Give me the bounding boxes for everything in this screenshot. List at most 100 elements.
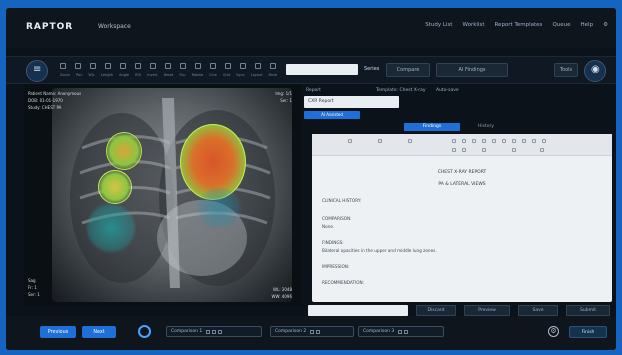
align-left-icon[interactable]: [492, 139, 496, 143]
gear-icon[interactable]: ⚙: [548, 326, 559, 337]
nav-help[interactable]: Help: [581, 22, 594, 28]
comparison-segment-3[interactable]: Comparison 3: [358, 326, 444, 337]
color-icon[interactable]: [540, 148, 544, 152]
comparison-segment-2[interactable]: Comparison 2: [270, 326, 354, 337]
bold-icon[interactable]: [348, 139, 352, 143]
finish-button[interactable]: Finish: [569, 326, 607, 338]
layout-cells-icon: [310, 329, 321, 334]
roi-tool-icon[interactable]: [135, 63, 141, 69]
angle-tool-icon[interactable]: [120, 63, 126, 69]
menu-icon[interactable]: ≡: [26, 60, 48, 82]
zoom-tool-icon[interactable]: [60, 63, 66, 69]
layout-tool-icon[interactable]: [255, 63, 261, 69]
heatmap-region-left-lower: [86, 202, 136, 254]
overlay-text: Img: 1/1: [275, 91, 292, 96]
save-button[interactable]: Save: [518, 305, 558, 316]
overlay-text: DOB: 01-01-1970: [28, 98, 63, 103]
align-right-icon[interactable]: [512, 139, 516, 143]
report-section-recommendation: RECOMMENDATION:: [322, 280, 365, 285]
report-template-select[interactable]: CXR Report: [304, 96, 399, 108]
cine-tool-icon[interactable]: [210, 63, 216, 69]
redo-icon[interactable]: [462, 148, 466, 152]
underline-icon[interactable]: [408, 139, 412, 143]
app-header: RAPTOR Workspace Study List Worklist Rep…: [6, 8, 616, 48]
nav-worklist[interactable]: Worklist: [462, 22, 484, 28]
tool-labels: Zoom Pan W/L Length Angle ROI Invert Res…: [60, 73, 277, 77]
tool-label: Zoom: [60, 73, 71, 77]
discard-button[interactable]: Discard: [416, 305, 456, 316]
grid-tool-icon[interactable]: [225, 63, 231, 69]
image-icon[interactable]: [532, 139, 536, 143]
ai-findings-button[interactable]: AI Findings: [436, 63, 508, 77]
tab-findings[interactable]: Findings: [404, 123, 460, 131]
tool-label: Cine: [209, 73, 217, 77]
comparison-label-3: Comparison 3: [363, 329, 395, 334]
flip-tool-icon[interactable]: [180, 63, 186, 69]
report-comment-input[interactable]: [308, 305, 408, 316]
indent-icon[interactable]: [472, 139, 476, 143]
compare-button[interactable]: Compare: [386, 63, 430, 77]
report-section-comparison: COMPARISON:: [322, 216, 352, 221]
next-button[interactable]: Next: [82, 326, 116, 338]
report-section-findings: FINDINGS:: [322, 240, 344, 245]
user-icon[interactable]: ◉: [584, 60, 606, 82]
overlay-text: WL: 2048: [273, 287, 292, 292]
italic-icon[interactable]: [378, 139, 382, 143]
heatmap-region-left-upper: [106, 132, 142, 170]
sync-ring-icon[interactable]: [138, 325, 151, 338]
series-label: Series: [364, 66, 380, 72]
tools-button[interactable]: Tools: [554, 63, 578, 77]
overlay-text: WW: 4096: [271, 294, 292, 299]
editor-toolbar: [312, 134, 612, 156]
numbered-list-icon[interactable]: [462, 139, 466, 143]
previous-button[interactable]: Previous: [40, 326, 76, 338]
overlay-text: Ser: 1: [280, 98, 292, 103]
invert-tool-icon[interactable]: [150, 63, 156, 69]
preview-button[interactable]: Preview: [464, 305, 510, 316]
comparison-segment-1[interactable]: Comparison 1: [166, 326, 262, 337]
overlay-text: Patient Name: Anonymous: [28, 91, 82, 96]
nav-study-list[interactable]: Study List: [425, 22, 452, 28]
viewer-overlay-bottom-right: WL: 2048 WW: 4096: [272, 286, 292, 300]
table-icon[interactable]: [542, 139, 546, 143]
settings-icon[interactable]: ⚙: [603, 22, 608, 28]
tool-label: Grid: [222, 73, 231, 77]
viewer-overlay-bottom-left: Sag Fr: 1 Ser: 1: [28, 277, 40, 298]
report-heading: CHEST X-RAY REPORT: [437, 170, 487, 175]
window-level-tool-icon[interactable]: [90, 63, 96, 69]
heatmap-region-right-lower: [194, 188, 244, 228]
font-size-icon[interactable]: [512, 148, 516, 152]
report-editor[interactable]: CHEST X-RAY REPORT PA & LATERAL VIEWS CL…: [312, 134, 612, 302]
tool-label: ROI: [135, 73, 142, 77]
report-section-impression: IMPRESSION:: [322, 264, 350, 269]
reset-tool-icon[interactable]: [165, 63, 171, 69]
heatmap-region-left-middle: [98, 170, 132, 204]
more-tool-icon[interactable]: [270, 63, 276, 69]
viewer-overlay-top-left: Patient Name: Anonymous DOB: 01-01-1970 …: [28, 90, 81, 111]
tool-label: W/L: [88, 73, 96, 77]
report-header-left: Report: [306, 88, 321, 93]
outdent-icon[interactable]: [482, 139, 486, 143]
tool-label: Rotate: [191, 73, 204, 77]
link-icon[interactable]: [522, 139, 526, 143]
undo-icon[interactable]: [452, 148, 456, 152]
overlay-text: Fr: 1: [28, 285, 37, 290]
chest-xray-image: [52, 88, 292, 302]
list-icon[interactable]: [452, 139, 456, 143]
image-viewport[interactable]: Patient Name: Anonymous DOB: 01-01-1970 …: [24, 84, 302, 306]
comparison-label-1: Comparison 1: [171, 329, 203, 334]
app-window: RAPTOR Workspace Study List Worklist Rep…: [6, 8, 616, 350]
length-tool-icon[interactable]: [105, 63, 111, 69]
submit-button[interactable]: Submit: [566, 305, 610, 316]
tool-label: Angle: [119, 73, 130, 77]
series-search-input[interactable]: [286, 64, 358, 75]
format-icon[interactable]: [482, 148, 486, 152]
tab-history[interactable]: History: [460, 123, 512, 131]
pan-tool-icon[interactable]: [75, 63, 81, 69]
rotate-tool-icon[interactable]: [195, 63, 201, 69]
sync-tool-icon[interactable]: [240, 63, 246, 69]
nav-report-templates[interactable]: Report Templates: [494, 22, 542, 28]
align-center-icon[interactable]: [502, 139, 506, 143]
nav-queue[interactable]: Queue: [552, 22, 570, 28]
report-header-template[interactable]: Template: Chest X-ray: [376, 88, 426, 93]
